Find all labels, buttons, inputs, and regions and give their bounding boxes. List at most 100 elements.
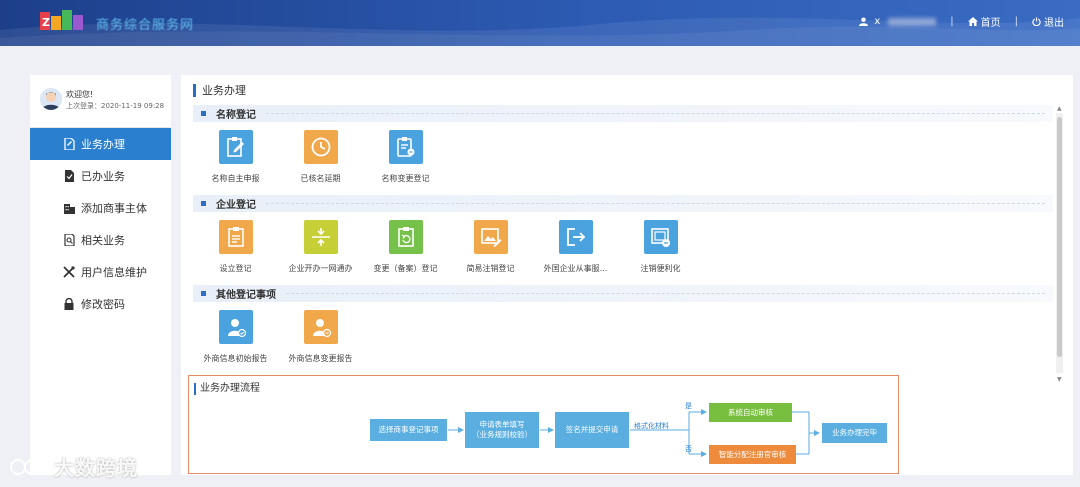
tile-label: 外商信息变更报告 — [288, 354, 353, 363]
user-name: x — [874, 16, 881, 27]
user-icon — [859, 17, 869, 26]
tile-name-self-declare[interactable]: 名称自主申报 — [193, 122, 278, 195]
tile-foreign-initial-report[interactable]: 外商信息初始报告 — [193, 302, 278, 375]
clock-icon — [303, 130, 338, 164]
flow-step-fill-form-line1: 申请表单填写 — [479, 420, 525, 429]
refresh-doc-icon — [388, 220, 423, 254]
tile-change-record[interactable]: 变更（备案）登记 — [363, 212, 448, 285]
lock-icon — [63, 298, 75, 310]
image-edit-icon — [473, 220, 508, 254]
tile-label: 设立登记 — [219, 264, 252, 273]
flow-step-select-matter: 选择商事登记事项 — [370, 419, 447, 441]
tile-foreign-change-report[interactable]: 外商信息变更报告 — [278, 302, 363, 375]
tile-label: 外国企业从事服... — [543, 264, 608, 273]
wrench-icon — [63, 266, 75, 278]
sidebar-item-done[interactable]: 已办业务 — [30, 160, 171, 192]
tile-name-extension[interactable]: 已核名延期 — [278, 122, 363, 195]
scroll-down-arrow[interactable]: ▼ — [1057, 376, 1062, 383]
sidebar-item-label: 已办业务 — [81, 170, 125, 183]
section-header-enterprise-registration: 企业登记 — [193, 195, 1053, 212]
flow-label-format: 格式化材料 — [634, 422, 669, 430]
site-title: 商务综合服务网 — [96, 18, 195, 33]
flow-step-auto-review: 系统自动审核 — [709, 403, 792, 422]
person-report-icon — [218, 310, 253, 344]
tile-name-change[interactable]: 名称变更登记 — [363, 122, 448, 195]
sidebar-item-label: 修改密码 — [81, 298, 125, 311]
logout-link[interactable]: 退出 — [1032, 14, 1064, 29]
list-change-icon — [388, 130, 423, 164]
section-marker — [201, 291, 206, 296]
site-logo[interactable]: Z — [38, 8, 92, 36]
process-flow-panel: 业务办理流程 选择商事登记事项 申请表单填写 （业务规则校验） 签名并提交申请 … — [188, 375, 899, 474]
tile-label: 外商信息初始报告 — [203, 354, 268, 363]
last-login-text: 上次登录：2020-11-19 09:28 — [66, 102, 165, 110]
done-file-icon — [63, 170, 75, 182]
tile-label: 变更（备案）登记 — [373, 264, 438, 273]
flow-label-no: 否 — [685, 445, 692, 453]
tile-label: 企业开办一网通办 — [288, 264, 353, 273]
logo-text: Z — [42, 16, 50, 29]
section-title: 企业登记 — [216, 200, 256, 211]
watermark-logo-icon — [10, 458, 46, 475]
home-label: 首页 — [980, 18, 1001, 29]
sidebar-item-label: 相关业务 — [81, 234, 125, 247]
business-scroll-area[interactable]: 名称登记 名称自主申报 已核名延期 名称变更登记 企业登记 设立登记 企业开办一… — [193, 105, 1057, 375]
section-divider — [266, 113, 1045, 114]
tile-establish[interactable]: 设立登记 — [193, 212, 278, 285]
tile-label: 注销便利化 — [640, 264, 681, 273]
separator: | — [950, 16, 954, 27]
logout-label: 退出 — [1044, 18, 1064, 29]
avatar-person-icon — [40, 88, 62, 110]
sidebar-menu: 业务办理 已办业务 添加商事主体 相关业务 用户信息维护 修改密码 — [30, 128, 171, 320]
sidebar-item-add-entity[interactable]: 添加商事主体 — [30, 192, 171, 224]
tile-cancel-convenience[interactable]: 注销便利化 — [618, 212, 703, 285]
user-profile: 欢迎您! 上次登录：2020-11-19 09:28 — [30, 75, 171, 128]
main-panel: 业务办理 名称登记 名称自主申报 已核名延期 名称变更登记 企业登记 设立登记 … — [181, 75, 1073, 475]
user-area: x | 首页 | 退出 — [859, 14, 1064, 29]
section-marker — [201, 111, 206, 116]
sidebar-item-label: 业务办理 — [81, 138, 125, 151]
avatar — [40, 88, 62, 110]
scroll-up-arrow[interactable]: ▲ — [1057, 105, 1062, 112]
document-icon — [218, 220, 253, 254]
tile-label: 名称变更登记 — [381, 174, 430, 183]
search-doc-icon — [63, 234, 75, 246]
tiles-enterprise-registration: 设立登记 企业开办一网通办 变更（备案）登记 简易注销登记 外国企业从事服...… — [193, 212, 1057, 285]
sidebar-item-user-info[interactable]: 用户信息维护 — [30, 256, 171, 288]
sidebar-item-password[interactable]: 修改密码 — [30, 288, 171, 320]
watermark: 大数跨境 — [8, 452, 138, 481]
top-header: Z 商务综合服务网 x | 首页 | 退出 — [0, 0, 1080, 46]
tiles-name-registration: 名称自主申报 已核名延期 名称变更登记 — [193, 122, 1057, 195]
user-name-redacted — [888, 17, 937, 26]
sidebar-item-business[interactable]: 业务办理 — [30, 128, 171, 160]
flow-step-fill-form: 申请表单填写 （业务规则校验） — [465, 412, 539, 448]
flow-step-fill-form-line2: （业务规则校验） — [472, 430, 532, 439]
sidebar: 欢迎您! 上次登录：2020-11-19 09:28 业务办理 已办业务 添加商… — [30, 75, 171, 475]
merge-icon — [303, 220, 338, 254]
flow-step-sign-submit: 签名并提交申请 — [555, 412, 629, 448]
tile-foreign-service[interactable]: 外国企业从事服... — [533, 212, 618, 285]
watermark-text: 大数跨境 — [54, 456, 138, 480]
tiles-other-registration: 外商信息初始报告 外商信息变更报告 — [193, 302, 1057, 375]
section-divider — [286, 293, 1045, 294]
cancel-doc-icon — [643, 220, 678, 254]
section-marker — [201, 201, 206, 206]
section-header-name-registration: 名称登记 — [193, 105, 1053, 122]
home-link[interactable]: 首页 — [967, 14, 1001, 29]
welcome-text: 欢迎您! — [66, 90, 94, 99]
scrollbar-thumb[interactable] — [1057, 117, 1062, 357]
home-icon — [967, 17, 978, 26]
vertical-scrollbar[interactable]: ▲ ▼ — [1056, 105, 1063, 383]
separator: | — [1014, 16, 1018, 27]
section-divider — [266, 203, 1045, 204]
building-icon — [63, 202, 75, 214]
section-title: 其他登记事项 — [216, 290, 276, 301]
tile-one-network[interactable]: 企业开办一网通办 — [278, 212, 363, 285]
sidebar-item-label: 用户信息维护 — [81, 266, 147, 279]
power-icon — [1032, 17, 1041, 26]
sidebar-item-related[interactable]: 相关业务 — [30, 224, 171, 256]
section-header-other-registration: 其他登记事项 — [193, 285, 1053, 302]
tile-label: 已核名延期 — [300, 174, 341, 183]
flow-step-done: 业务办理完毕 — [822, 423, 887, 443]
tile-simple-cancel[interactable]: 简易注销登记 — [448, 212, 533, 285]
